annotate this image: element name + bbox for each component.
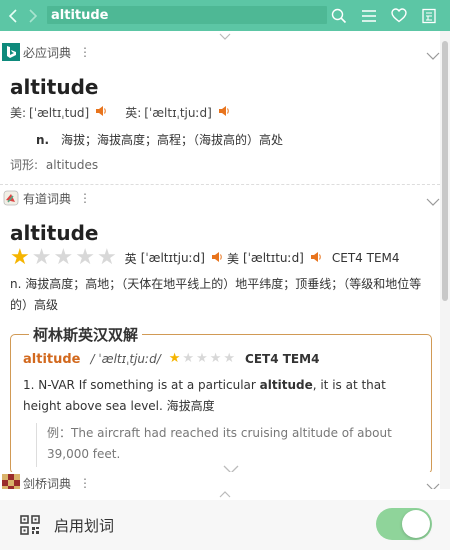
headword: altitude (10, 75, 99, 99)
collins-headline: altitude / ˈæltɪˌtjuːd/ ★ ★ ★ ★ ★ CET4 TEM4 (23, 349, 319, 369)
qr-code-icon (20, 515, 40, 535)
headword: altitude (10, 221, 99, 245)
chevron-down-icon (219, 33, 231, 40)
forward-button[interactable] (23, 0, 43, 31)
star-empty-icon: ★ (196, 351, 208, 366)
sense-keyword: altitude (259, 378, 313, 392)
section-divider (0, 184, 440, 185)
chevron-right-icon (29, 8, 38, 23)
star-empty-icon: ★ (75, 245, 95, 270)
star-filled-icon: ★ (10, 245, 30, 270)
frequency-rating: ★ ★ ★ ★ ★ (10, 245, 117, 270)
definition: 海拔；海拔高度；高程；（海拔高的）高处 (60, 133, 283, 147)
collins-title: 柯林斯英汉双解 (29, 324, 143, 345)
speaker-icon[interactable] (211, 251, 223, 266)
search-box (47, 6, 327, 24)
sense-item: 1. N-VAR If something is at a particular… (23, 375, 423, 417)
scrollbar[interactable] (440, 31, 450, 489)
menu-button[interactable] (354, 0, 384, 31)
collins-panel: 柯林斯英汉双解 altitude / ˈæltɪˌtjuːd/ ★ ★ ★ ★ ★ CE… (10, 324, 432, 474)
us-label: 美 (226, 251, 239, 266)
scrollbar-thumb[interactable] (442, 41, 448, 301)
collins-headword: altitude (23, 351, 81, 367)
dictionary-mode-button[interactable] (414, 0, 444, 31)
exam-tags: CET4 TEM4 (331, 251, 400, 265)
back-button[interactable] (3, 0, 23, 31)
uk-phonetic: [ˈæltɪˌtjuːd] (144, 105, 212, 120)
favorite-button[interactable] (384, 0, 414, 31)
youdao-pronunciations: ★ ★ ★ ★ ★ 英 [ˈæltɪtjuːd] 美 [ˈæltɪtuːd] CET4 … (10, 245, 400, 270)
bing-dict-header[interactable]: 必应词典 ⋮ (0, 41, 440, 63)
section-collapse-toggle[interactable] (426, 45, 440, 64)
definition: n. 海拔高度；高地；（天体在地平线上的）地平纬度；顶垂线；（等级和地位等的）高… (10, 277, 422, 312)
us-label: 美: (10, 106, 27, 120)
star-empty-icon: ★ (53, 245, 74, 270)
expand-all-toggle[interactable] (0, 489, 450, 499)
bing-logo-icon (2, 43, 20, 61)
sense-text-pre: N-VAR If something is at a particular (38, 378, 260, 392)
forms-value[interactable]: altitudes (46, 158, 98, 172)
example-sentence: The aircraft had reached its cruising al… (47, 426, 392, 461)
dictionary-icon (422, 8, 436, 23)
bottom-bar: 启用划词 (0, 500, 450, 550)
search-button[interactable] (324, 0, 354, 31)
more-options-icon[interactable]: ⋮ (79, 46, 91, 58)
more-options-icon[interactable]: ⋮ (79, 192, 91, 204)
uk-label: 英: (125, 106, 142, 120)
chevron-up-icon (219, 490, 231, 497)
us-phonetic: [ˈæltɪtuːd] (242, 251, 304, 265)
star-empty-icon: ★ (223, 351, 236, 366)
qr-code-button[interactable] (20, 515, 40, 535)
top-bar (0, 0, 450, 31)
search-icon (331, 8, 347, 23)
star-empty-icon: ★ (209, 351, 222, 366)
speaker-icon[interactable] (310, 251, 322, 266)
youdao-dict-header[interactable]: 有道词典 ⋮ (0, 187, 440, 209)
star-filled-icon: ★ (168, 351, 181, 366)
chevron-down-icon (426, 52, 440, 60)
forms-label: 词形: (10, 158, 39, 172)
exam-tags: CET4 TEM4 (245, 352, 320, 366)
uk-phonetic: [ˈæltɪtjuːd] (140, 251, 205, 265)
dict-name: 必应词典 (23, 45, 72, 60)
toggle-knob (402, 510, 430, 538)
collins-phonetic: / ˈæltɪˌtjuːd/ (90, 352, 161, 366)
selection-lookup-label: 启用划词 (54, 516, 115, 535)
example-label: 例： (47, 426, 72, 440)
word-forms: 词形: altitudes (10, 156, 98, 173)
youdao-logo-icon (2, 189, 20, 207)
menu-icon (362, 9, 376, 22)
part-of-speech: n. (36, 133, 50, 147)
heart-icon (391, 8, 407, 23)
star-empty-icon: ★ (182, 351, 195, 366)
more-options-icon[interactable]: ⋮ (79, 477, 91, 489)
chevron-left-icon (8, 8, 17, 23)
star-empty-icon: ★ (31, 245, 52, 270)
search-input[interactable] (51, 7, 327, 23)
sense-number: 1. (23, 378, 35, 392)
section-collapse-toggle[interactable] (426, 191, 440, 210)
star-empty-icon: ★ (96, 245, 117, 270)
speaker-icon[interactable] (95, 105, 107, 120)
chevron-down-icon (426, 198, 440, 206)
collins-rating: ★ ★ ★ ★ ★ (169, 349, 235, 369)
collapse-all-toggle[interactable] (0, 31, 450, 41)
uk-label: 英 (124, 251, 137, 266)
selection-lookup-toggle[interactable] (376, 508, 432, 540)
speaker-icon[interactable] (218, 105, 230, 120)
bing-pronunciations: 美: [ˈæltɪˌtud] 英: [ˈæltɪˌtjuːd] (10, 104, 234, 121)
us-phonetic: [ˈæltɪˌtud] (29, 105, 90, 120)
dict-name: 有道词典 (23, 191, 72, 206)
definition-row: n. 海拔；海拔高度；高程；（海拔高的）高处 (36, 131, 283, 148)
